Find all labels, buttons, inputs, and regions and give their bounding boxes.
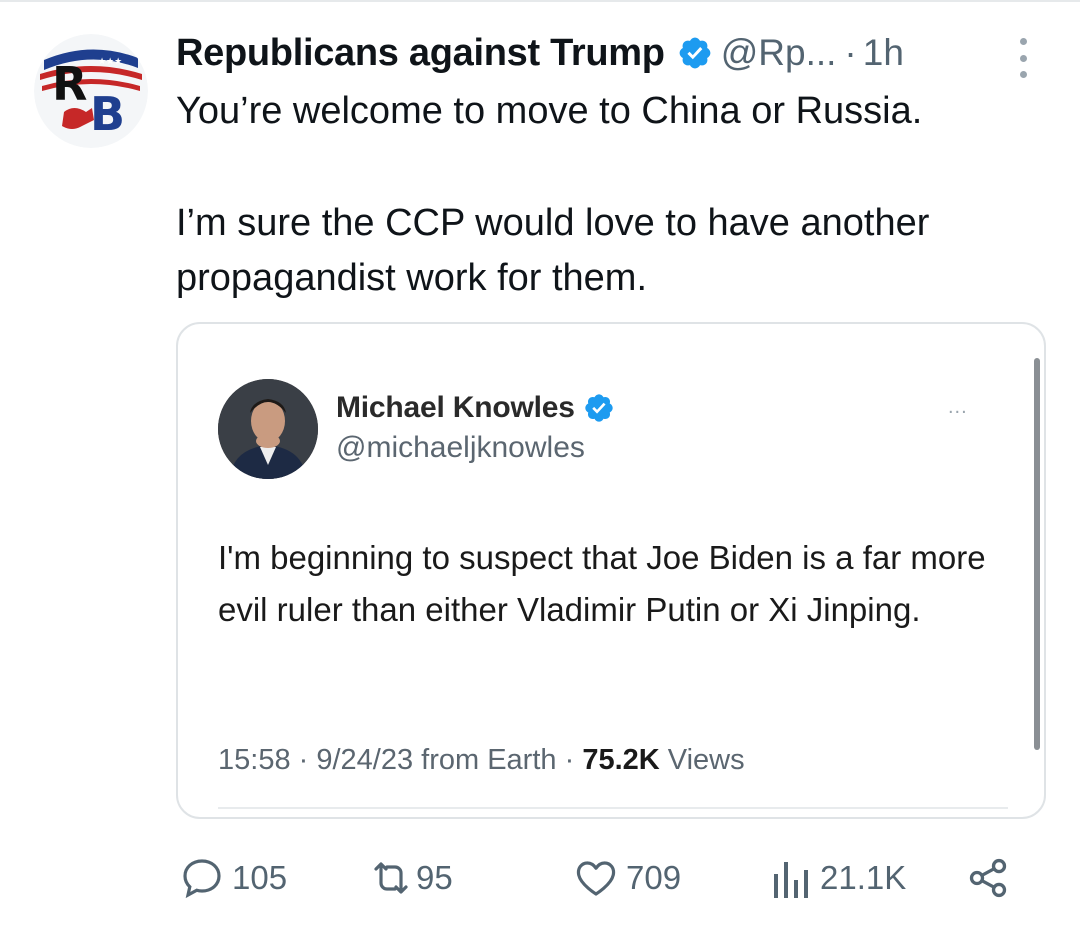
quoted-more-icon[interactable]: ... [948, 396, 968, 419]
person-photo-icon [218, 379, 318, 479]
reply-icon [183, 859, 221, 899]
separator-dot: · [844, 32, 857, 73]
svg-text:R: R [52, 57, 87, 111]
top-divider [0, 0, 1080, 2]
quoted-author-avatar[interactable] [218, 379, 318, 479]
views-button[interactable]: 21.1K [770, 852, 906, 904]
verified-badge-icon [585, 394, 613, 422]
views-count: 21.1K [820, 859, 907, 896]
share-icon [969, 858, 1007, 898]
quoted-views-label: Views [659, 744, 745, 776]
tweet-paragraph-1: You’re welcome to move to China or Russi… [176, 90, 923, 132]
share-button[interactable] [966, 852, 1010, 904]
tweet-time[interactable]: 1h [863, 32, 904, 74]
scrollbar[interactable] [1034, 358, 1040, 750]
tweet-paragraph-2: I’m sure the CCP would love to have anot… [176, 202, 930, 299]
author-name[interactable]: Republicans against Trump [176, 32, 665, 75]
like-count: 709 [626, 859, 682, 896]
quoted-name-row: Michael Knowles [336, 388, 615, 428]
like-button[interactable]: 709 [572, 852, 681, 904]
svg-text:B: B [90, 87, 125, 141]
repost-button[interactable]: 95 [366, 852, 453, 904]
tweet-header: Republicans against Trump @Rp... · 1h [176, 28, 904, 78]
tweet-text: You’re welcome to move to China or Russi… [176, 84, 1056, 306]
repost-count: 95 [416, 859, 453, 896]
quoted-author-name[interactable]: Michael Knowles [336, 391, 575, 425]
quoted-tweet-card[interactable]: Michael Knowles @michaeljknowles ... I'm… [176, 322, 1046, 819]
quoted-author-handle[interactable]: @michaeljknowles [336, 431, 585, 465]
author-handle[interactable]: @Rp... [721, 32, 837, 74]
reply-count: 105 [232, 859, 288, 896]
verified-badge-icon [679, 37, 711, 69]
analytics-icon [774, 862, 808, 898]
quoted-tweet-text: I'm beginning to suspect that Joe Biden … [218, 539, 986, 628]
quoted-tweet-meta: 15:58 · 9/24/23 from Earth · 75.2K Views [218, 744, 745, 777]
author-avatar[interactable]: R B ★★★ [34, 34, 148, 148]
svg-text:★★★: ★★★ [98, 56, 122, 66]
quoted-views-count: 75.2K [582, 744, 660, 776]
action-bar: 105 95 709 21.1K [176, 852, 1056, 904]
repost-icon [374, 862, 408, 894]
quoted-divider [218, 807, 1008, 809]
more-options-icon[interactable] [1013, 38, 1033, 78]
rb-logo-icon: R B ★★★ [34, 34, 148, 148]
heart-icon [576, 861, 616, 896]
reply-button[interactable]: 105 [178, 852, 287, 904]
quoted-timestamp: 15:58 · 9/24/23 from Earth · [218, 744, 583, 776]
